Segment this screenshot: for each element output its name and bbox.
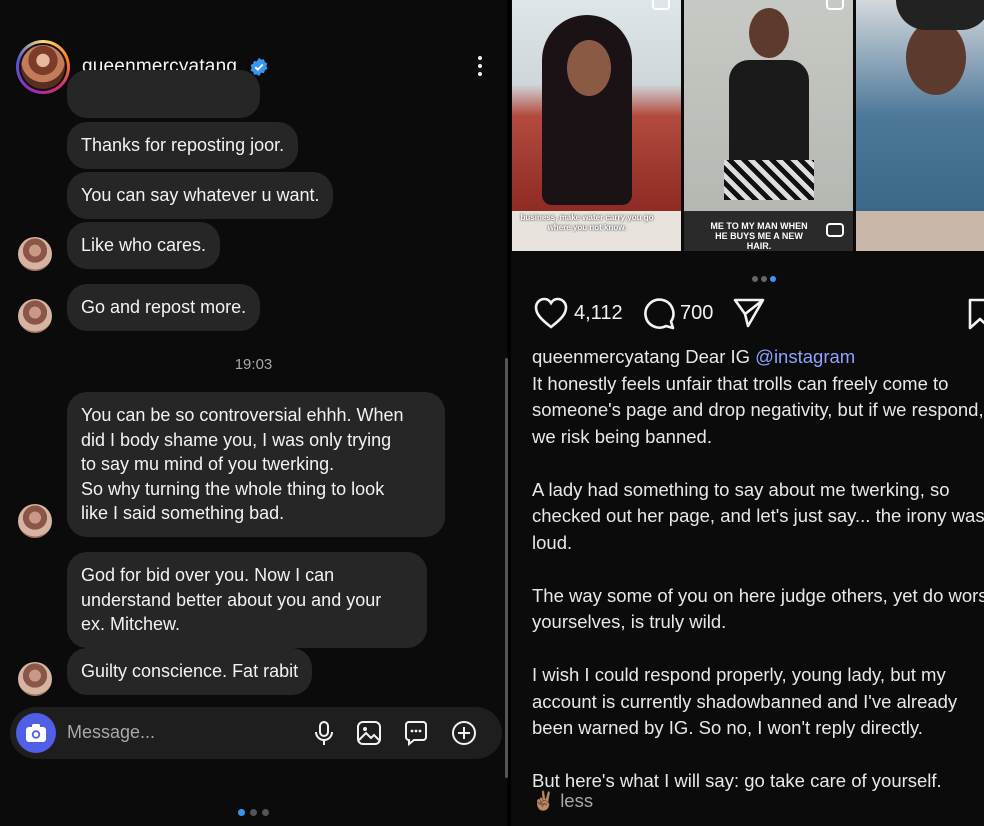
page-indicator — [238, 803, 274, 821]
thumbnail-caption: ME TO MY MAN WHEN HE BUYS ME A NEW HAIR. — [710, 221, 808, 251]
message-bubble-partial — [67, 70, 260, 118]
thumbnail-caption-strip[interactable]: business, make water carry you go where … — [512, 211, 681, 251]
thumbnail-caption: business, make water carry you go where … — [520, 213, 654, 232]
message-bubble: Guilty conscience. Fat rabit — [67, 648, 313, 695]
camera-icon — [26, 724, 46, 742]
caption-less-toggle[interactable]: ✌🏽 less — [532, 790, 593, 812]
caption-username[interactable]: queenmercyatang — [532, 346, 680, 367]
thumbnail-caption-strip[interactable]: ME TO MY MAN WHEN HE BUYS ME A NEW HAIR. — [684, 211, 853, 251]
sender-avatar[interactable] — [18, 504, 52, 538]
share-send-icon[interactable] — [731, 296, 767, 330]
message-bubble: God for bid over you. Now I can understa… — [67, 552, 427, 648]
sticker-icon[interactable] — [402, 719, 430, 747]
peace-emoji: ✌🏽 — [532, 790, 556, 811]
save-bookmark-icon[interactable] — [967, 296, 984, 330]
post-media-thumbnail[interactable] — [512, 0, 681, 211]
message-composer[interactable]: Message... — [10, 707, 502, 759]
reel-icon — [826, 223, 844, 237]
message-bubble: Go and repost more. — [67, 284, 261, 331]
post-media-thumbnail[interactable] — [856, 0, 984, 211]
caption-intro: Dear IG — [685, 346, 751, 367]
message-bubble: Like who cares. — [67, 222, 221, 269]
less-link[interactable]: less — [560, 790, 593, 811]
reel-icon — [652, 0, 670, 10]
comment-icon[interactable] — [641, 296, 677, 330]
profile-avatar[interactable] — [16, 40, 70, 94]
sender-avatar[interactable] — [18, 662, 52, 696]
post-caption: queenmercyatang Dear IG @instagram It ho… — [532, 344, 984, 795]
like-heart-icon[interactable] — [533, 296, 569, 330]
caption-mention-link[interactable]: @instagram — [755, 346, 855, 367]
thumbnail-caption-strip[interactable] — [856, 211, 984, 251]
microphone-icon[interactable] — [310, 719, 338, 747]
like-count[interactable]: 4,112 — [574, 302, 623, 325]
message-input[interactable]: Message... — [67, 722, 155, 743]
message-bubble: You can be so controversial ehhh. When d… — [67, 392, 445, 537]
message-timestamp: 19:03 — [234, 356, 273, 373]
more-options-icon[interactable] — [472, 54, 488, 80]
comment-count[interactable]: 700 — [680, 302, 713, 325]
post-media-thumbnail[interactable] — [684, 0, 853, 211]
dm-panel: queenmercyatang Thanks for reposting joo… — [0, 0, 507, 826]
carousel-indicator — [752, 269, 779, 287]
message-bubble: Thanks for reposting joor. — [67, 122, 299, 169]
scrollbar[interactable] — [505, 358, 508, 778]
message-bubble: You can say whatever u want. — [67, 172, 334, 219]
sender-avatar[interactable] — [18, 299, 52, 333]
reel-icon — [826, 0, 844, 10]
post-panel: business, make water carry you go where … — [511, 0, 984, 826]
sender-avatar[interactable] — [18, 237, 52, 271]
gallery-icon[interactable] — [355, 719, 383, 747]
add-icon[interactable] — [450, 719, 478, 747]
post-actions: 4,112 700 — [511, 292, 984, 336]
caption-body: It honestly feels unfair that trolls can… — [532, 372, 984, 792]
camera-button[interactable] — [16, 713, 56, 753]
